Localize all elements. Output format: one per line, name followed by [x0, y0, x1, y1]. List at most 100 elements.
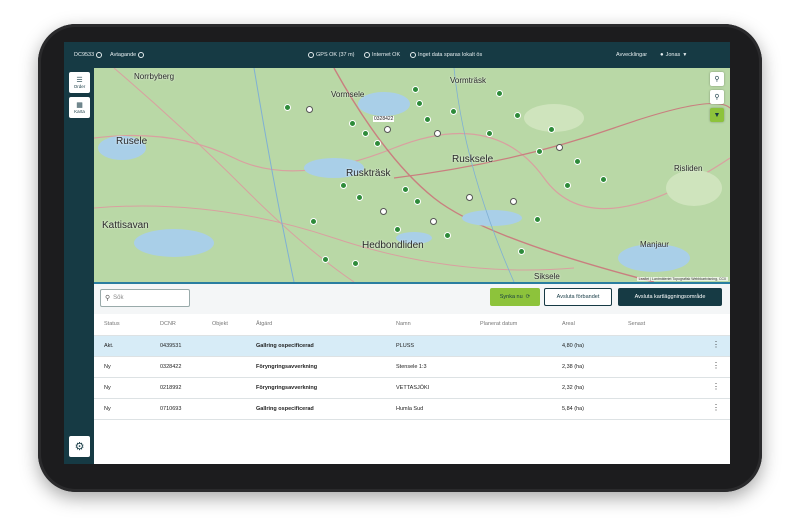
map-place-label: Risliden [674, 164, 703, 173]
map-marker[interactable] [450, 108, 457, 115]
offline-status: Inget data sparas lokalt ös [410, 52, 482, 58]
map-marker[interactable] [412, 86, 419, 93]
row-name: PLUSS [396, 343, 415, 349]
order-table: Status DCNR Objekt Åtgärd Namn Planerat … [94, 314, 730, 464]
cloud-icon [410, 52, 416, 58]
map-icon: ▦ [76, 101, 83, 109]
table-row[interactable]: Akt. 0439531 Gallring ospecificerad PLUS… [94, 336, 730, 357]
row-action: Gallring ospecificerad [256, 406, 314, 412]
map-marker[interactable] [444, 232, 451, 239]
map-marker[interactable] [514, 112, 521, 119]
map-marker[interactable] [574, 158, 581, 165]
map-marker[interactable] [362, 130, 369, 137]
search-placeholder: Sök [113, 295, 124, 301]
map-marker[interactable] [352, 260, 359, 267]
column-header[interactable]: Åtgärd [256, 321, 272, 327]
map-marker[interactable] [402, 186, 409, 193]
filter-button[interactable]: ▼ [710, 108, 724, 122]
map-marker[interactable] [536, 148, 543, 155]
map-marker[interactable] [424, 116, 431, 123]
column-header[interactable]: Planerat datum [480, 321, 517, 327]
map-marker[interactable] [534, 216, 541, 223]
row-area: 4,80 (ha) [562, 343, 585, 349]
sync-status[interactable]: Avtagande [110, 52, 145, 58]
app-screen: DC9533 Avtagande GPS OK (37 m) Internet … [64, 42, 730, 464]
map-marker[interactable] [486, 130, 493, 137]
row-status: Ny [104, 364, 111, 370]
map-marker[interactable] [548, 126, 555, 133]
gear-icon[interactable]: ⚙ [69, 436, 90, 457]
map-marker[interactable] [518, 248, 525, 255]
sync-now-button[interactable]: Synka nu ⟳ [490, 288, 540, 306]
zoom-in-button[interactable]: ⚲ [710, 72, 724, 86]
info-icon[interactable] [96, 52, 103, 58]
map-marker[interactable] [356, 194, 363, 201]
map-marker[interactable] [306, 106, 313, 113]
map-place-label: Rusksele [452, 154, 494, 165]
map-marker[interactable] [380, 208, 387, 215]
map-marker[interactable] [374, 140, 381, 147]
gps-icon [308, 52, 314, 58]
finish-reference-button[interactable]: Avsluta förbandet [544, 288, 612, 306]
map-marker[interactable] [430, 218, 437, 225]
column-header[interactable]: Senast [628, 321, 645, 327]
column-header[interactable]: DCNR [160, 321, 176, 327]
column-header[interactable]: Status [104, 321, 120, 327]
user-menu[interactable]: ● Jonas ▼ [660, 52, 687, 58]
more-options-icon[interactable]: ⋮ [712, 362, 720, 370]
map-marker[interactable] [340, 182, 347, 189]
zoom-out-button[interactable]: ⚲ [710, 90, 724, 104]
row-area: 5,84 (ha) [562, 406, 585, 412]
map-marker[interactable] [384, 126, 391, 133]
map-marker[interactable] [414, 198, 421, 205]
sidebar-item-karta[interactable]: ▦ Karta [69, 97, 90, 118]
row-dcnr: 0328422 [160, 364, 182, 370]
map-marker[interactable] [284, 104, 291, 111]
device-id: DC9533 [74, 52, 103, 58]
row-dcnr: 0710693 [160, 406, 182, 412]
table-row[interactable]: Ny 0218992 Föryngringsavverkning VETTASJ… [94, 378, 730, 399]
map-marker[interactable] [510, 198, 517, 205]
row-name: VETTASJÖKI [396, 385, 430, 391]
finish-planning-button[interactable]: Avsluta kartläggningsområde [618, 288, 722, 306]
table-row[interactable]: Ny 0328422 Föryngringsavverkning Stensel… [94, 357, 730, 378]
map-place-label: Ruselе [116, 136, 148, 147]
user-name: Jonas [665, 52, 681, 58]
table-row[interactable]: Ny 0710693 Gallring ospecificerad Humla … [94, 399, 730, 420]
sync-icon: ⟳ [525, 294, 531, 300]
row-action: Föryngringsavverkning [256, 364, 318, 370]
settings-link[interactable]: Avvecklingar [616, 52, 647, 58]
map-view[interactable]: Norrbyberg Vormsele Vormträsk Ruselе Rus… [94, 68, 730, 282]
globe-icon [364, 52, 370, 58]
map-marker[interactable] [394, 226, 401, 233]
column-header[interactable]: Areal [562, 321, 575, 327]
map-marker[interactable] [466, 194, 473, 201]
map-marker[interactable] [434, 130, 441, 137]
table-header: Status DCNR Objekt Åtgärd Namn Planerat … [94, 314, 730, 336]
list-toolbar: ⚲ Sök Synka nu ⟳ Avsluta förbandet Avslu… [94, 282, 730, 314]
map-place-label: Kattisavan [102, 220, 149, 231]
user-icon: ● [660, 52, 664, 58]
selected-marker-label: 0328422 [373, 116, 395, 122]
map-marker[interactable] [556, 144, 563, 151]
more-options-icon[interactable]: ⋮ [712, 404, 720, 412]
map-marker[interactable] [416, 100, 423, 107]
more-options-icon[interactable]: ⋮ [712, 383, 720, 391]
row-status: Akt. [104, 343, 114, 349]
row-area: 2,38 (ha) [562, 364, 585, 370]
map-marker[interactable] [322, 256, 329, 263]
search-input[interactable]: ⚲ Sök [100, 289, 190, 307]
sidebar-item-order[interactable]: ☰ Order [69, 72, 90, 93]
map-place-label: Vormträsk [450, 76, 487, 85]
map-marker[interactable] [496, 90, 503, 97]
gps-text: GPS OK (37 m) [316, 52, 355, 58]
more-options-icon[interactable]: ⋮ [712, 341, 720, 349]
column-header[interactable]: Namn [396, 321, 411, 327]
map-marker[interactable] [600, 176, 607, 183]
map-marker[interactable] [564, 182, 571, 189]
column-header[interactable]: Objekt [212, 321, 228, 327]
map-marker[interactable] [349, 120, 356, 127]
sidebar-item-label: Order [73, 83, 86, 89]
map-marker[interactable] [310, 218, 317, 225]
row-dcnr: 0218992 [160, 385, 182, 391]
